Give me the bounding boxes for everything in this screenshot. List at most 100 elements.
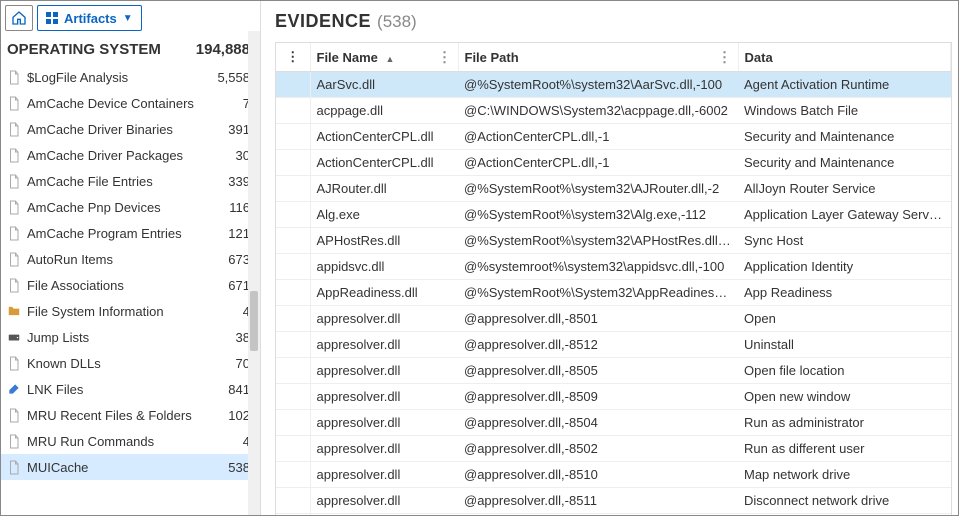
sidebar-item[interactable]: Jump Lists38 [1,324,260,350]
sidebar-item[interactable]: File Associations 671 [1,272,260,298]
sidebar-item-count: 102 [228,408,250,423]
row-selector-cell[interactable] [276,462,310,488]
home-button[interactable] [5,5,33,31]
sidebar-scrollbar-thumb[interactable] [250,291,258,351]
home-icon [11,10,27,26]
sidebar-item[interactable]: AmCache Driver Binaries391 [1,116,260,142]
cell-data: Application Identity [738,254,951,280]
cell-file-name: APHostRes.dll [310,228,458,254]
table-row[interactable]: appresolver.dll@appresolver.dll,-8505Ope… [276,358,951,384]
cell-data: Uninstall [738,332,951,358]
sidebar-item[interactable]: MUICache538 [1,454,260,480]
table-row[interactable]: ActionCenterCPL.dll@ActionCenterCPL.dll,… [276,150,951,176]
sidebar-item-label: $LogFile Analysis [27,70,128,85]
artifacts-dropdown[interactable]: Artifacts ▼ [37,5,142,31]
row-selector-cell[interactable] [276,202,310,228]
row-selector-cell[interactable] [276,410,310,436]
evidence-title: EVIDENCE [275,11,371,32]
column-header-file-path[interactable]: File Path ⋮ [458,43,738,72]
row-selector-cell[interactable] [276,228,310,254]
row-selector-cell[interactable] [276,98,310,124]
cell-data: Windows Batch File [738,98,951,124]
table-row[interactable]: appresolver.dll@appresolver.dll,-8501Ope… [276,306,951,332]
table-row[interactable]: Alg.exe@%SystemRoot%\system32\Alg.exe,-1… [276,202,951,228]
row-selector-cell[interactable] [276,254,310,280]
cell-file-name: appresolver.dll [310,514,458,516]
sort-asc-icon: ▲ [386,54,395,64]
table-row[interactable]: appresolver.dll@appresolver.dll,-8506Pro… [276,514,951,516]
row-selector-cell[interactable] [276,358,310,384]
sidebar-item-count: 121 [228,226,250,241]
sidebar-item[interactable]: LNK Files841 [1,376,260,402]
row-selector-cell[interactable] [276,384,310,410]
table-row[interactable]: appresolver.dll@appresolver.dll,-8512Uni… [276,332,951,358]
row-selector-cell[interactable] [276,488,310,514]
sidebar-item[interactable]: Known DLLs70 [1,350,260,376]
column-header-data[interactable]: Data [738,43,951,72]
table-row[interactable]: appresolver.dll@appresolver.dll,-8502Run… [276,436,951,462]
row-selector-cell[interactable] [276,436,310,462]
cell-file-name: AJRouter.dll [310,176,458,202]
cell-file-path: @appresolver.dll,-8506 [458,514,738,516]
table-row[interactable]: appresolver.dll@appresolver.dll,-8504Run… [276,410,951,436]
sidebar-item-count: 671 [228,278,250,293]
evidence-table: ⋮ File Name ▲ ⋮ File Path ⋮ Data [276,43,951,515]
sidebar-item[interactable]: AmCache Device Containers7 [1,90,260,116]
sidebar-item[interactable]: MRU Recent Files & Folders102 [1,402,260,428]
row-selector-cell[interactable] [276,176,310,202]
cell-file-path: @appresolver.dll,-8504 [458,410,738,436]
doc-icon [7,407,21,423]
row-selector-cell[interactable] [276,332,310,358]
table-row[interactable]: appresolver.dll@appresolver.dll,-8509Ope… [276,384,951,410]
sidebar-item-label: Known DLLs [27,356,101,371]
doc-icon [7,277,21,293]
sidebar-nav-list[interactable]: $LogFile Analysis5,558AmCache Device Con… [1,64,260,515]
evidence-table-wrap: ⋮ File Name ▲ ⋮ File Path ⋮ Data [275,42,952,515]
sidebar-item-label: File Associations [27,278,124,293]
sidebar-item-label: AmCache Device Containers [27,96,194,111]
doc-icon [7,95,21,111]
table-row[interactable]: acppage.dll@C:\WINDOWS\System32\acppage.… [276,98,951,124]
row-selector-cell[interactable] [276,150,310,176]
sidebar-item-label: AutoRun Items [27,252,113,267]
row-selector-cell[interactable] [276,306,310,332]
table-row[interactable]: AarSvc.dll@%SystemRoot%\system32\AarSvc.… [276,72,951,98]
sidebar-item[interactable]: AutoRun Items673 [1,246,260,272]
table-row[interactable]: AJRouter.dll@%SystemRoot%\system32\AJRou… [276,176,951,202]
cell-file-name: AarSvc.dll [310,72,458,98]
kebab-icon[interactable]: ⋮ [438,49,452,66]
table-row[interactable]: appidsvc.dll@%systemroot%\system32\appid… [276,254,951,280]
app-frame: Artifacts ▼ OPERATING SYSTEM 194,888 $Lo… [0,0,959,516]
cell-file-path: @%SystemRoot%\system32\AarSvc.dll,-100 [458,72,738,98]
sidebar-item[interactable]: AmCache Program Entries121 [1,220,260,246]
kebab-icon[interactable]: ⋮ [718,49,732,66]
sidebar-scrollbar[interactable] [248,31,260,515]
sidebar-item[interactable]: File System Information4 [1,298,260,324]
row-selector-cell[interactable] [276,514,310,516]
table-row[interactable]: ActionCenterCPL.dll@ActionCenterCPL.dll,… [276,124,951,150]
sidebar-item[interactable]: $LogFile Analysis5,558 [1,64,260,90]
doc-icon [7,69,21,85]
table-row[interactable]: APHostRes.dll@%SystemRoot%\system32\APHo… [276,228,951,254]
sidebar-item[interactable]: MRU Run Commands4 [1,428,260,454]
cell-data: Open file location [738,358,951,384]
row-selector-cell[interactable] [276,280,310,306]
sidebar-group-header: OPERATING SYSTEM 194,888 [1,35,260,64]
cell-file-name: appidsvc.dll [310,254,458,280]
table-row[interactable]: AppReadiness.dll@%SystemRoot%\System32\A… [276,280,951,306]
sidebar-item-label: LNK Files [27,382,83,397]
table-row[interactable]: appresolver.dll@appresolver.dll,-8510Map… [276,462,951,488]
artifacts-grid-icon [46,12,58,24]
sidebar-item[interactable]: AmCache Driver Packages30 [1,142,260,168]
sidebar-item[interactable]: AmCache Pnp Devices116 [1,194,260,220]
column-selector[interactable]: ⋮ [276,43,310,72]
doc-icon [7,147,21,163]
column-header-file-name[interactable]: File Name ▲ ⋮ [310,43,458,72]
sidebar-item[interactable]: AmCache File Entries339 [1,168,260,194]
sidebar-item-label: AmCache Pnp Devices [27,200,161,215]
sidebar-item-label: AmCache Driver Binaries [27,122,173,137]
table-row[interactable]: appresolver.dll@appresolver.dll,-8511Dis… [276,488,951,514]
cell-file-name: acppage.dll [310,98,458,124]
row-selector-cell[interactable] [276,124,310,150]
row-selector-cell[interactable] [276,72,310,98]
